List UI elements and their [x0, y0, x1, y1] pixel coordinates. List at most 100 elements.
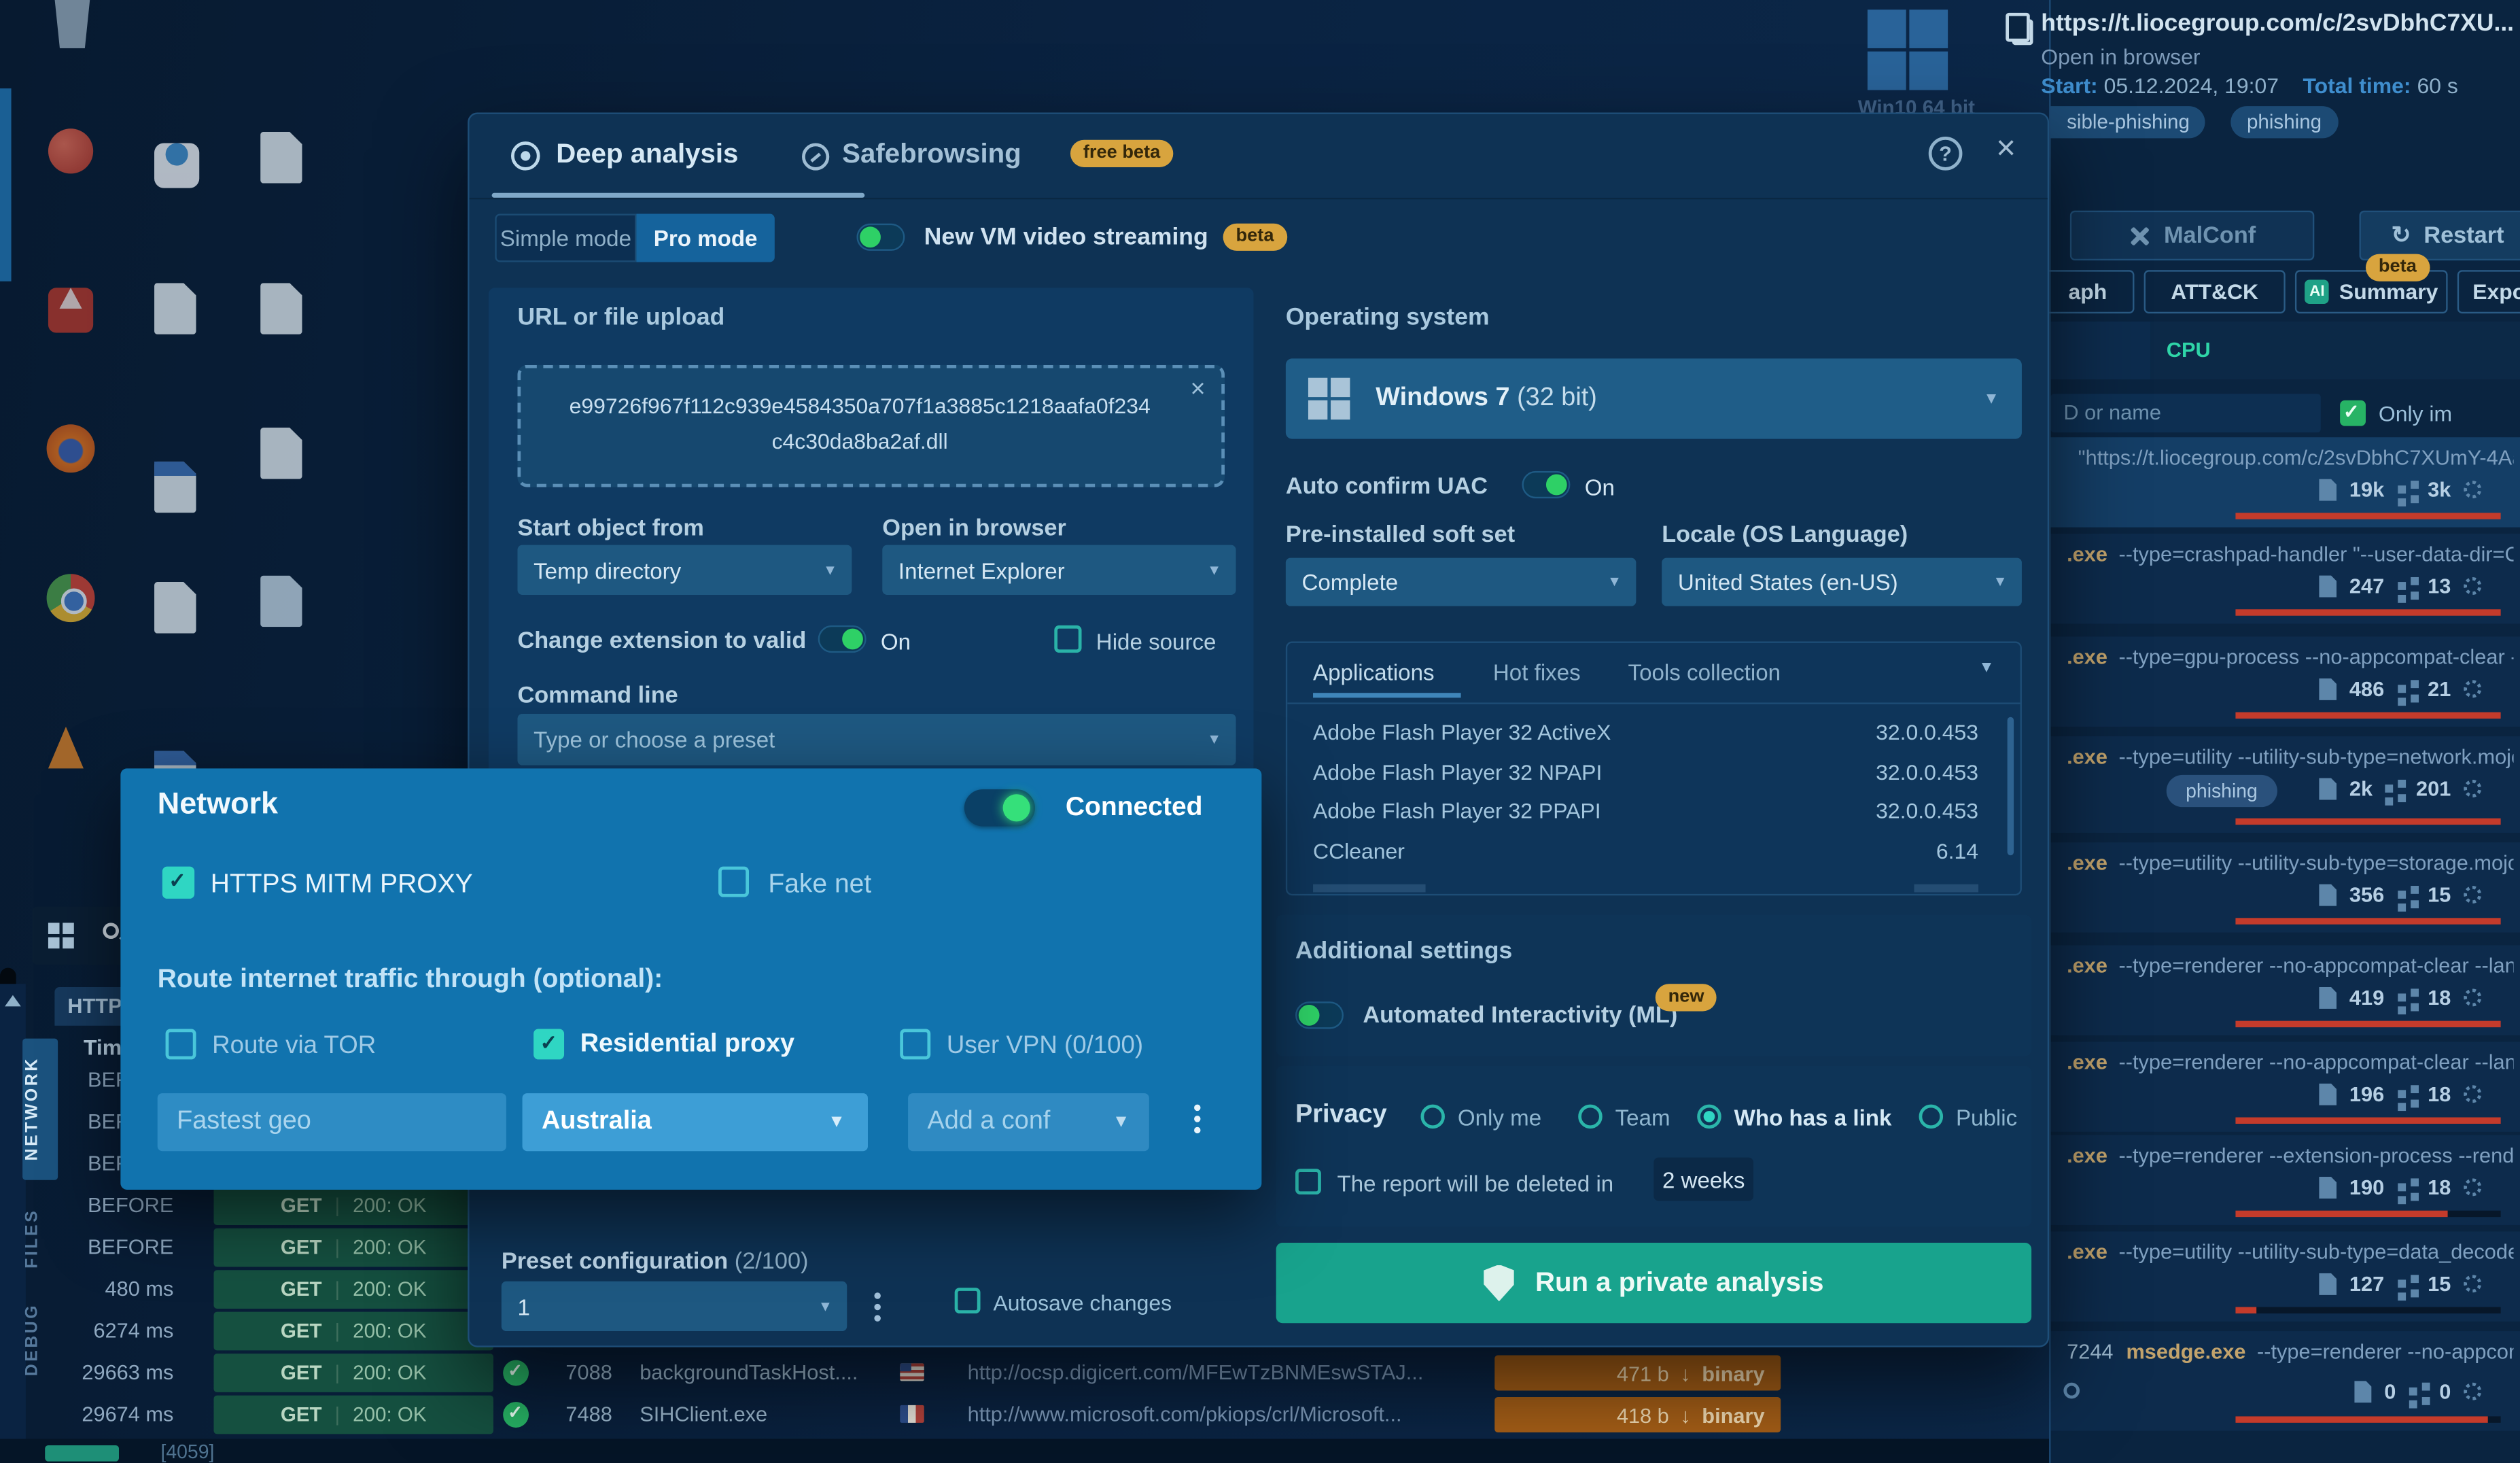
deep-analysis-tab-underline: [492, 193, 865, 198]
radio-public[interactable]: [1919, 1105, 1943, 1129]
uac-toggle[interactable]: [1522, 471, 1570, 498]
document-icon[interactable]: [154, 582, 196, 634]
copy-icon[interactable]: [2012, 19, 2033, 45]
vlc-icon[interactable]: [48, 727, 84, 768]
tab-pro-mode[interactable]: Pro mode: [636, 214, 774, 262]
fastest-geo-input[interactable]: Fastest geo: [158, 1093, 506, 1151]
document-icon[interactable]: [260, 428, 302, 479]
upload-dropzone[interactable]: e99726f967f112c939e4584350a707f1a3885c12…: [517, 365, 1225, 487]
preset-select[interactable]: 1: [502, 1281, 847, 1331]
cpu-label: CPU: [2167, 338, 2211, 362]
process-search-input[interactable]: D or name: [2050, 394, 2320, 432]
preset-menu-icon[interactable]: [874, 1288, 880, 1326]
malconf-button[interactable]: MalConf: [2070, 211, 2314, 260]
radio-only-me[interactable]: [1420, 1105, 1444, 1129]
tab-export[interactable]: Expo: [2457, 270, 2520, 313]
collapse-icon[interactable]: [5, 995, 21, 1007]
response-size-badge[interactable]: 418 b↓binary: [1494, 1397, 1781, 1432]
firefox-icon[interactable]: [47, 424, 95, 472]
tab-graph[interactable]: aph: [2041, 270, 2134, 313]
tab-simple-mode[interactable]: Simple mode: [495, 214, 636, 262]
restart-button[interactable]: ↻Restart: [2360, 211, 2520, 260]
success-icon: [503, 1360, 529, 1386]
change-extension-toggle[interactable]: [818, 625, 867, 653]
search-icon[interactable]: [103, 923, 119, 939]
preset-label: Preset configuration (2/100): [502, 1249, 809, 1275]
tag-possible-phishing[interactable]: sible-phishing: [2050, 106, 2205, 138]
http-row[interactable]: 29674 ms GET|200: OK 7488 SIHClient.exe …: [0, 1396, 1816, 1434]
gear-icon: [2464, 1178, 2481, 1196]
request-url: http://www.microsoft.com/pkiops/crl/Micr…: [968, 1402, 1434, 1426]
mitm-proxy-checkbox[interactable]: [162, 867, 194, 899]
os-select[interactable]: Windows 7 (32 bit) ▼: [1286, 358, 2022, 438]
remove-file-icon[interactable]: ×: [1191, 375, 1206, 407]
process-row[interactable]: .exe--type=renderer --no-appcompat-clear…: [2050, 1042, 2520, 1131]
process-row[interactable]: 7244msedge.exe--type=renderer --no-appco…: [2050, 1331, 2520, 1431]
add-conf-select[interactable]: Add a conf ▼: [908, 1093, 1149, 1151]
status-chip[interactable]: [45, 1445, 119, 1462]
tab-attck[interactable]: ATT&CK: [2144, 270, 2286, 313]
delete-period-select[interactable]: 2 weeks: [1653, 1158, 1753, 1201]
tab-tools-collection[interactable]: Tools collection: [1628, 659, 1781, 685]
help-icon[interactable]: ?: [1929, 137, 1963, 171]
process-row[interactable]: .exe--type=utility --utility-sub-type=ne…: [2050, 736, 2520, 833]
start-button-icon[interactable]: [48, 923, 74, 948]
country-select[interactable]: Australia ▼: [523, 1093, 868, 1151]
autosave-checkbox[interactable]: [955, 1288, 981, 1313]
run-analysis-button[interactable]: Run a private analysis: [1276, 1243, 2031, 1323]
document-icon[interactable]: [260, 132, 302, 184]
process-row[interactable]: "https://t.liocegroup.com/c/2svDbhC7XUmY…: [2050, 437, 2520, 527]
proxy-menu-icon[interactable]: [1194, 1100, 1200, 1139]
connections-icon: [2397, 485, 2405, 494]
tab-hot-fixes[interactable]: Hot fixes: [1493, 659, 1581, 685]
process-row[interactable]: .exe--type=renderer --extension-process …: [2050, 1135, 2520, 1225]
delete-report-checkbox[interactable]: [1295, 1169, 1321, 1194]
document-icon[interactable]: [260, 576, 302, 627]
http-row[interactable]: 29663 ms GET|200: OK 7088 backgroundTask…: [0, 1354, 1816, 1392]
app-row[interactable]: Adobe Flash Player 32 ActiveX32.0.0.453: [1313, 720, 1997, 744]
process-row[interactable]: .exe--type=utility --utility-sub-type=da…: [2050, 1231, 2520, 1321]
word-document-icon[interactable]: [154, 428, 196, 513]
collapse-apps-icon[interactable]: ▼: [1978, 659, 1994, 677]
tab-safebrowsing[interactable]: Safebrowsing: [842, 138, 1021, 170]
residential-proxy-checkbox[interactable]: [533, 1029, 564, 1059]
tag-phishing[interactable]: phishing: [2230, 106, 2337, 138]
vm-streaming-toggle[interactable]: [856, 224, 905, 251]
user-vpn-checkbox[interactable]: [900, 1029, 930, 1059]
only-important-checkbox[interactable]: [2340, 400, 2366, 426]
close-icon[interactable]: ×: [1996, 133, 2016, 165]
safebrowsing-icon: [802, 143, 829, 170]
chrome-icon[interactable]: [47, 574, 95, 622]
start-object-select[interactable]: Temp directory: [517, 545, 852, 595]
tab-deep-analysis[interactable]: Deep analysis: [556, 138, 738, 170]
network-toggle[interactable]: [964, 789, 1035, 826]
tab-applications[interactable]: Applications: [1313, 659, 1435, 685]
document-icon[interactable]: [260, 283, 302, 334]
radio-team[interactable]: [1578, 1105, 1602, 1129]
browser-select[interactable]: Internet Explorer: [882, 545, 1236, 595]
tor-checkbox[interactable]: [166, 1029, 196, 1059]
skype-icon[interactable]: [154, 132, 199, 188]
recycle-bin-icon[interactable]: [52, 0, 93, 48]
response-size-badge[interactable]: 471 b↓binary: [1494, 1356, 1781, 1391]
app-row[interactable]: Adobe Flash Player 32 NPAPI32.0.0.453: [1313, 761, 1997, 785]
fake-net-checkbox[interactable]: [718, 867, 749, 897]
locale-select[interactable]: United States (en-US): [1662, 558, 2022, 606]
hide-source-checkbox[interactable]: [1054, 625, 1081, 653]
softset-select[interactable]: Complete: [1286, 558, 1637, 606]
document-icon[interactable]: [154, 283, 196, 334]
ai-toggle[interactable]: [1295, 1001, 1344, 1029]
process-row[interactable]: .exe--type=utility --utility-sub-type=st…: [2050, 842, 2520, 932]
app-row[interactable]: CCleaner6.14: [1313, 839, 1997, 863]
process-row[interactable]: .exe--type=crashpad-handler "--user-data…: [2050, 534, 2520, 623]
command-line-input[interactable]: Type or choose a preset: [517, 714, 1236, 765]
open-in-browser[interactable]: Open in browser: [2041, 45, 2200, 69]
process-row[interactable]: .exe--type=gpu-process --no-appcompat-cl…: [2050, 636, 2520, 726]
app-row[interactable]: Adobe Flash Player 32 PPAPI32.0.0.453: [1313, 799, 1997, 823]
adobe-reader-icon[interactable]: [48, 277, 93, 333]
ccleaner-icon[interactable]: [48, 128, 93, 173]
apps-scrollbar[interactable]: [2008, 717, 2014, 855]
radio-who-has-link[interactable]: [1697, 1105, 1721, 1129]
process-row[interactable]: .exe--type=renderer --no-appcompat-clear…: [2050, 946, 2520, 1035]
analysis-url[interactable]: https://t.liocegroup.com/c/2svDbhC7XU...: [2041, 10, 2520, 37]
